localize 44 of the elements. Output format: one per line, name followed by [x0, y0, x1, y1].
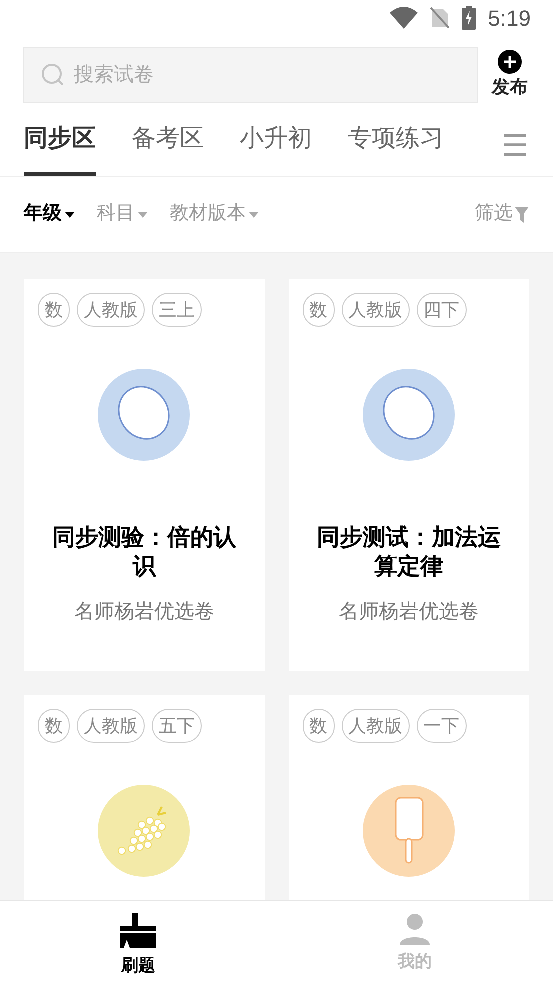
- filter-dropdown[interactable]: 年级: [24, 200, 75, 229]
- tag: 一下: [416, 709, 466, 743]
- tag: 数: [38, 293, 70, 327]
- plus-icon: [498, 50, 522, 74]
- tag: 数: [38, 709, 70, 743]
- search-field[interactable]: 搜索试卷: [23, 47, 478, 103]
- tag: 人教版: [342, 709, 410, 743]
- paper-author: 名师杨岩优选卷: [338, 600, 479, 625]
- search-icon: [41, 63, 65, 87]
- paper-title: 同步测验：倍的认识: [51, 523, 238, 581]
- egg-icon: [98, 369, 190, 461]
- paper-title: 同步测试：加法运算定律: [316, 523, 502, 581]
- paper-author: 名师杨岩优选卷: [74, 600, 214, 625]
- grapes-icon: [98, 785, 190, 877]
- paper-card[interactable]: 数 人教版 四下 同步测试：加法运算定律 名师杨岩优选卷: [288, 279, 529, 671]
- tag: 数: [302, 293, 334, 327]
- paper-card[interactable]: 数 人教版 一下: [288, 695, 529, 900]
- caret-icon: [249, 212, 259, 218]
- tag: 人教版: [77, 709, 145, 743]
- nav-tab[interactable]: 刷题: [0, 901, 276, 983]
- tab[interactable]: 同步区: [24, 120, 96, 176]
- person-icon: [398, 913, 431, 945]
- tag: 人教版: [77, 293, 145, 327]
- caret-icon: [138, 212, 148, 218]
- no-sim-icon: [430, 7, 450, 29]
- tag: 四下: [416, 293, 466, 327]
- tag: 三上: [152, 293, 202, 327]
- wifi-icon: [390, 7, 418, 29]
- egg-icon: [362, 369, 455, 461]
- publish-button[interactable]: 发布: [490, 50, 530, 100]
- brush-icon: [120, 913, 156, 949]
- tag: 数: [302, 709, 334, 743]
- battery-icon: [462, 6, 476, 30]
- popsicle-icon: [362, 785, 455, 877]
- paper-card[interactable]: 数 人教版 五下: [24, 695, 264, 900]
- caret-icon: [65, 212, 75, 218]
- tab[interactable]: 备考区: [132, 120, 204, 176]
- tab[interactable]: 专项练习: [348, 120, 444, 176]
- funnel-icon: [515, 206, 529, 222]
- tab[interactable]: 小升初: [240, 120, 312, 176]
- tag: 五下: [152, 709, 202, 743]
- tag: 人教版: [342, 293, 410, 327]
- status-time: 5:19: [488, 4, 531, 32]
- paper-card[interactable]: 数 人教版 三上 同步测验：倍的认识 名师杨岩优选卷: [24, 279, 264, 671]
